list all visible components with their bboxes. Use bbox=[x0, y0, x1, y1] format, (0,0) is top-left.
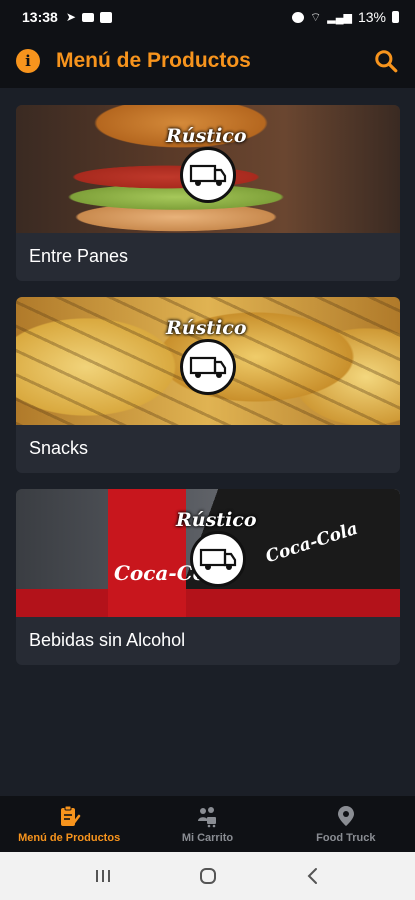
food-truck-logo-icon bbox=[199, 548, 237, 570]
status-bar: 13:38 ➤ ⌔ ▂▄▆ 13% bbox=[0, 0, 415, 34]
system-nav-bar bbox=[0, 852, 415, 900]
category-label: Snacks bbox=[29, 438, 89, 458]
cart-people-icon bbox=[198, 807, 217, 828]
status-right: ⌔ ▂▄▆ 13% bbox=[291, 9, 399, 25]
back-button[interactable] bbox=[297, 864, 329, 888]
nav-label: Menú de Productos bbox=[18, 832, 121, 844]
nav-item-menu[interactable]: Menú de Productos bbox=[0, 796, 138, 852]
category-list: Rústico Entre Panes Rústico Snacks Coca-… bbox=[0, 88, 415, 796]
category-label: Entre Panes bbox=[29, 246, 129, 266]
laptop-icon bbox=[81, 12, 94, 22]
page-title: Menú de Productos bbox=[56, 49, 251, 72]
bottom-nav: Menú de Productos Mi Carrito Food Truck bbox=[0, 796, 415, 852]
nav-label: Food Truck bbox=[316, 832, 376, 844]
rustico-logo: Rústico bbox=[176, 509, 257, 595]
category-label: Bebidas sin Alcohol bbox=[29, 630, 186, 650]
home-icon bbox=[199, 868, 216, 884]
category-image-coca-cola: Coca-Cola Coca-Cola Rústico bbox=[16, 489, 400, 617]
food-truck-logo-icon bbox=[189, 164, 227, 186]
nav-item-food-truck[interactable]: Food Truck bbox=[277, 796, 415, 852]
category-card-entre-panes[interactable]: Rústico Entre Panes bbox=[16, 105, 400, 281]
app-header: i Menú de Productos bbox=[0, 34, 415, 88]
menu-clipboard-icon bbox=[61, 805, 81, 826]
category-image-burger: Rústico bbox=[16, 105, 400, 233]
location-pin-icon bbox=[337, 806, 354, 826]
telegram-icon: ➤ bbox=[65, 10, 76, 24]
gallery-icon bbox=[99, 11, 112, 23]
recent-apps-icon bbox=[95, 870, 110, 882]
status-time: 13:38 bbox=[22, 9, 58, 25]
alarm-icon bbox=[291, 11, 304, 23]
notification-icons: ➤ bbox=[66, 10, 112, 24]
recent-apps-button[interactable] bbox=[87, 864, 119, 888]
rustico-logo: Rústico bbox=[166, 125, 247, 211]
battery-icon bbox=[392, 11, 399, 23]
category-card-snacks[interactable]: Rústico Snacks bbox=[16, 297, 400, 473]
wifi-icon: ⌔ bbox=[309, 9, 322, 24]
nav-item-cart[interactable]: Mi Carrito bbox=[138, 796, 276, 852]
coca-cola-bottle-text: Coca-Cola bbox=[263, 518, 361, 568]
back-icon bbox=[307, 868, 317, 884]
category-image-potato-wedges: Rústico bbox=[16, 297, 400, 425]
info-icon[interactable]: i bbox=[16, 49, 40, 73]
food-truck-logo-icon bbox=[189, 356, 227, 378]
rustico-logo: Rústico bbox=[166, 317, 247, 403]
nav-label: Mi Carrito bbox=[181, 832, 234, 844]
search-icon[interactable] bbox=[373, 48, 399, 74]
home-button[interactable] bbox=[192, 864, 224, 888]
battery-text: 13% bbox=[357, 9, 386, 25]
category-card-bebidas[interactable]: Coca-Cola Coca-Cola Rústico Bebidas sin … bbox=[16, 489, 400, 665]
signal-icon: ▂▄▆ bbox=[327, 11, 352, 24]
